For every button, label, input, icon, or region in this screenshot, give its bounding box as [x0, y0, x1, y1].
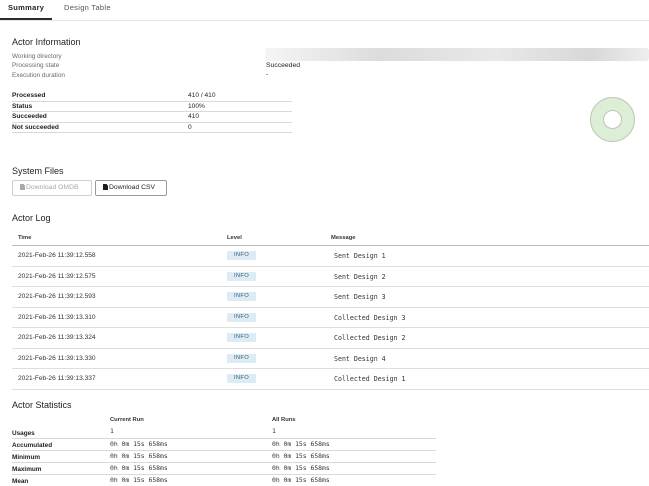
stats-col-current-run: Current Run	[110, 417, 144, 423]
processing-stats-table: Processed 410 / 410 Status 100% Succeede…	[12, 91, 292, 133]
stats-all-value: 0h 0m 15s 658ms	[272, 452, 330, 460]
log-row: 2021-Feb-26 11:39:13.330 INFO Sent Desig…	[12, 349, 649, 369]
log-time: 2021-Feb-26 11:39:13.310	[18, 313, 96, 321]
system-files-title: System Files	[12, 166, 64, 176]
stats-current-value: 0h 0m 15s 658ms	[110, 464, 168, 472]
log-row: 2021-Feb-26 11:39:13.324 INFO Collected …	[12, 328, 649, 349]
working-directory-value-redacted	[265, 48, 649, 61]
stats-row-not-succeeded: Not succeeded 0	[12, 123, 292, 133]
log-message: Sent Design 4	[334, 354, 386, 363]
tab-summary[interactable]: Summary	[8, 3, 44, 17]
stats-all-value: 0h 0m 15s 658ms	[272, 476, 330, 484]
actor-statistics-table: Current Run All Runs Usages 1 1 Accumula…	[12, 416, 436, 486]
log-level-badge: INFO	[227, 333, 257, 342]
stats-value: 100%	[188, 102, 205, 110]
active-tab-indicator	[0, 18, 52, 20]
stats-current-value: 0h 0m 15s 658ms	[110, 452, 168, 460]
progress-donut	[590, 97, 635, 142]
log-message: Sent Design 3	[334, 293, 386, 301]
stats-row-label: Accumulated	[12, 442, 53, 449]
download-omdb-button[interactable]: Download OMDB	[12, 180, 92, 196]
stats-row-status: Status 100%	[12, 102, 292, 112]
stats-all-value: 1	[272, 427, 276, 435]
stats-row-label: Usages	[12, 430, 35, 437]
log-message: Sent Design 1	[334, 252, 386, 260]
stats-value: 410 / 410	[188, 92, 216, 99]
log-level-badge: INFO	[227, 292, 257, 301]
execution-duration-value: -	[266, 71, 269, 78]
log-message: Sent Design 2	[334, 272, 386, 281]
log-message: Collected Design 2	[334, 334, 406, 342]
stats-row-maximum: Maximum 0h 0m 15s 658ms 0h 0m 15s 658ms	[12, 463, 436, 475]
file-icon	[103, 184, 108, 190]
stats-current-value: 0h 0m 15s 658ms	[110, 476, 168, 484]
log-level-badge: INFO	[227, 312, 257, 322]
log-time: 2021-Feb-26 11:39:13.324	[18, 334, 96, 341]
progress-donut-hole	[603, 110, 622, 129]
log-time: 2021-Feb-26 11:39:12.575	[18, 272, 96, 280]
log-level-badge: INFO	[227, 374, 257, 383]
download-omdb-label: Download OMDB	[26, 184, 79, 191]
stats-all-value: 0h 0m 15s 658ms	[272, 464, 330, 472]
log-row: 2021-Feb-26 11:39:12.593 INFO Sent Desig…	[12, 287, 649, 308]
stats-row-minimum: Minimum 0h 0m 15s 658ms 0h 0m 15s 658ms	[12, 451, 436, 463]
stats-current-value: 1	[110, 427, 114, 435]
stats-row-succeeded: Succeeded 410	[12, 112, 292, 123]
stats-value: 0	[188, 123, 192, 131]
processing-state-value: Succeeded	[266, 62, 301, 69]
actor-information-title: Actor Information	[12, 37, 81, 47]
stats-row-accumulated: Accumulated 0h 0m 15s 658ms 0h 0m 15s 65…	[12, 439, 436, 451]
stats-label: Processed	[12, 92, 46, 99]
stats-header-row: Current Run All Runs	[12, 416, 436, 426]
tab-design-table[interactable]: Design Table	[64, 3, 111, 17]
processing-state-label: Processing state	[12, 62, 60, 69]
stats-label: Not succeeded	[12, 123, 59, 131]
log-level-badge: INFO	[227, 251, 257, 260]
stats-all-value: 0h 0m 15s 658ms	[272, 440, 330, 448]
stats-col-all-runs: All Runs	[272, 417, 296, 423]
actor-log-title: Actor Log	[12, 213, 51, 223]
stats-row-label: Maximum	[12, 466, 42, 473]
tab-bar: Summary Design Table	[0, 0, 649, 21]
log-message: Collected Design 3	[334, 313, 406, 322]
download-csv-label: Download CSV	[109, 184, 156, 191]
log-row: 2021-Feb-26 11:39:12.575 INFO Sent Desig…	[12, 267, 649, 287]
working-directory-label: Working directory	[12, 53, 62, 60]
file-icon	[20, 184, 25, 190]
download-csv-button[interactable]: Download CSV	[95, 180, 167, 196]
stats-row-label: Mean	[12, 478, 29, 485]
log-header-row: Time Level Message	[12, 232, 649, 246]
stats-row-processed: Processed 410 / 410	[12, 91, 292, 102]
log-time: 2021-Feb-26 11:39:13.330	[18, 354, 96, 362]
stats-row-usages: Usages 1 1	[12, 426, 436, 439]
stats-label: Status	[12, 102, 33, 110]
log-col-time: Time	[18, 235, 32, 241]
log-row: 2021-Feb-26 11:39:13.337 INFO Collected …	[12, 369, 649, 390]
log-col-level: Level	[227, 235, 242, 241]
log-time: 2021-Feb-26 11:39:13.337	[18, 375, 96, 382]
log-row: 2021-Feb-26 11:39:13.310 INFO Collected …	[12, 308, 649, 328]
log-message: Collected Design 1	[334, 375, 406, 383]
log-time: 2021-Feb-26 11:39:12.593	[18, 293, 96, 300]
log-level-badge: INFO	[227, 353, 257, 363]
execution-duration-label: Execution duration	[12, 72, 65, 79]
log-time: 2021-Feb-26 11:39:12.558	[18, 252, 96, 259]
stats-label: Succeeded	[12, 113, 47, 120]
log-row: 2021-Feb-26 11:39:12.558 INFO Sent Desig…	[12, 246, 649, 267]
actor-log-table: Time Level Message 2021-Feb-26 11:39:12.…	[12, 232, 649, 390]
stats-row-mean: Mean 0h 0m 15s 658ms 0h 0m 15s 658ms	[12, 475, 436, 486]
stats-current-value: 0h 0m 15s 658ms	[110, 440, 168, 448]
log-level-badge: INFO	[227, 271, 257, 281]
stats-value: 410	[188, 113, 200, 120]
actor-statistics-title: Actor Statistics	[12, 400, 72, 410]
stats-row-label: Minimum	[12, 454, 41, 461]
log-col-message: Message	[331, 235, 356, 241]
